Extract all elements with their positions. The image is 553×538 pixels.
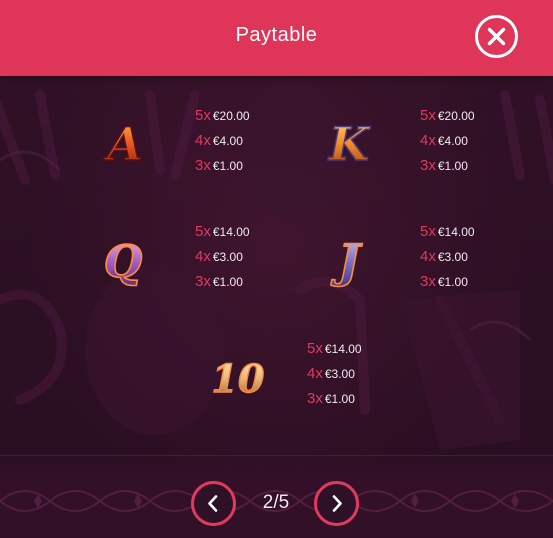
pay-row: 4x €3.00 <box>420 244 520 269</box>
paylist-k: 5x €20.00 4x €4.00 3x €1.00 <box>420 103 520 178</box>
pay-row: 3x €1.00 <box>420 269 520 294</box>
symbol-q-icon: Q <box>90 222 160 292</box>
payout: €4.00 <box>212 134 243 148</box>
multiplier: 3x <box>420 273 436 290</box>
symbol-10-icon: 10 <box>203 338 273 408</box>
payout: €1.00 <box>437 275 468 289</box>
multiplier: 5x <box>307 340 323 357</box>
multiplier: 4x <box>195 248 211 265</box>
pay-row: 5x €20.00 <box>195 103 295 128</box>
multiplier: 5x <box>195 223 211 240</box>
multiplier: 4x <box>195 132 211 149</box>
symbol-glyph: K <box>327 117 371 171</box>
chevron-right-icon <box>332 495 342 512</box>
payout: €4.00 <box>437 134 468 148</box>
payout: €3.00 <box>437 250 468 264</box>
pay-row: 4x €4.00 <box>420 128 520 153</box>
payout: €14.00 <box>212 225 250 239</box>
multiplier: 4x <box>420 248 436 265</box>
payout: €1.00 <box>324 392 355 406</box>
multiplier: 3x <box>195 157 211 174</box>
next-page-button[interactable] <box>314 481 359 526</box>
paylist-10: 5x €14.00 4x €3.00 3x €1.00 <box>307 336 407 411</box>
page-title: Paytable <box>235 24 318 46</box>
prev-page-button[interactable] <box>191 481 236 526</box>
symbol-a-icon: A <box>90 105 160 175</box>
symbol-glyph: A <box>103 117 143 171</box>
payout: €14.00 <box>324 342 362 356</box>
multiplier: 5x <box>195 107 211 124</box>
multiplier: 3x <box>307 390 323 407</box>
pay-row: 4x €4.00 <box>195 128 295 153</box>
multiplier: 4x <box>420 132 436 149</box>
paylist-a: 5x €20.00 4x €4.00 3x €1.00 <box>195 103 295 178</box>
multiplier: 4x <box>307 365 323 382</box>
multiplier: 5x <box>420 107 436 124</box>
pay-row: 4x €3.00 <box>195 244 295 269</box>
header-bar: Paytable <box>0 0 553 76</box>
pay-row: 3x €1.00 <box>307 386 407 411</box>
payout: €20.00 <box>437 109 475 123</box>
pay-row: 3x €1.00 <box>195 269 295 294</box>
paytable-screen: Paytable A 5x €20.00 4x €4.00 3x €1.00 K… <box>0 0 553 538</box>
payout: €3.00 <box>212 250 243 264</box>
pay-row: 3x €1.00 <box>195 153 295 178</box>
symbol-glyph: Q <box>104 237 142 288</box>
payout: €20.00 <box>212 109 250 123</box>
pay-row: 3x €1.00 <box>420 153 520 178</box>
symbol-glyph: 10 <box>212 356 265 401</box>
chevron-left-icon <box>208 495 218 512</box>
multiplier: 3x <box>195 273 211 290</box>
payout: €1.00 <box>437 159 468 173</box>
paylist-q: 5x €14.00 4x €3.00 3x €1.00 <box>195 219 295 294</box>
symbol-glyph: J <box>330 234 363 288</box>
pay-row: 4x €3.00 <box>307 361 407 386</box>
symbol-k-icon: K <box>314 105 384 175</box>
payout: €1.00 <box>212 275 243 289</box>
symbol-j-icon: J <box>314 222 384 292</box>
multiplier: 5x <box>420 223 436 240</box>
payout: €14.00 <box>437 225 475 239</box>
payout: €3.00 <box>324 367 355 381</box>
multiplier: 3x <box>420 157 436 174</box>
pay-row: 5x €14.00 <box>307 336 407 361</box>
pay-row: 5x €20.00 <box>420 103 520 128</box>
close-button[interactable] <box>475 15 518 58</box>
page-indicator: 2/5 <box>262 492 290 513</box>
close-icon <box>487 27 506 46</box>
pay-row: 5x €14.00 <box>420 219 520 244</box>
pay-row: 5x €14.00 <box>195 219 295 244</box>
payout: €1.00 <box>212 159 243 173</box>
paylist-j: 5x €14.00 4x €3.00 3x €1.00 <box>420 219 520 294</box>
